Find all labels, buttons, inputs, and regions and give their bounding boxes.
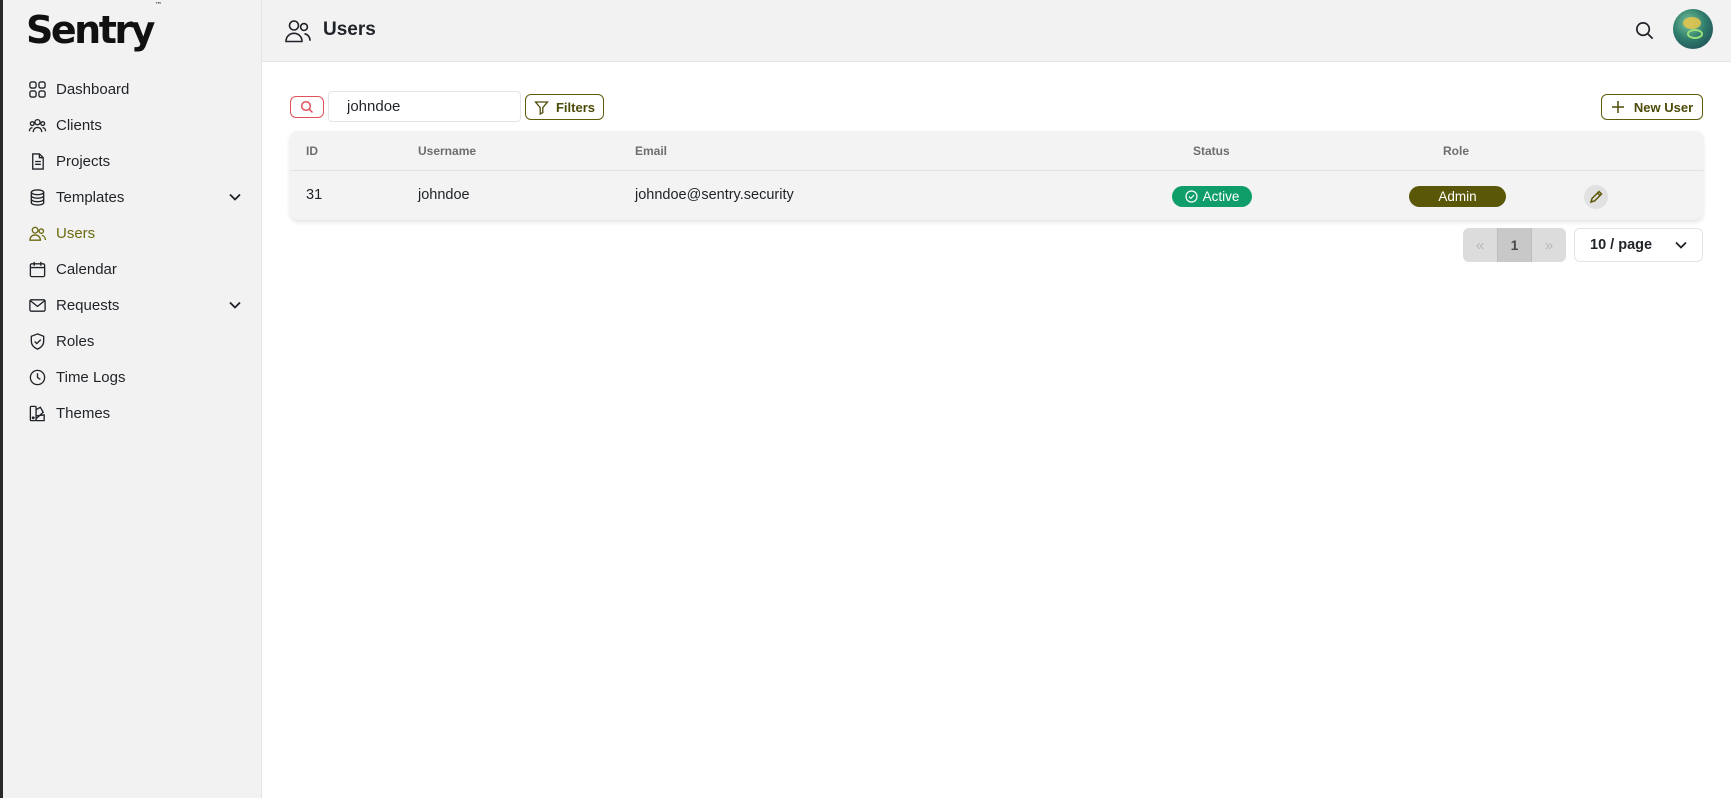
filters-label: Filters	[555, 99, 595, 115]
sidebar-item-time-logs[interactable]: Time Logs	[3, 359, 262, 395]
avatar-shape	[1683, 17, 1701, 29]
sidebar-item-clients[interactable]: Clients	[3, 107, 262, 143]
search-input[interactable]	[328, 91, 521, 122]
sidebar-item-label: Users	[56, 224, 96, 242]
dashboard-icon	[28, 80, 47, 99]
role-label: Admin	[1438, 189, 1477, 204]
status-label: Active	[1202, 189, 1240, 204]
users-icon	[285, 20, 311, 43]
next-page-button[interactable]: »	[1532, 228, 1566, 262]
sidebar-item-label: Time Logs	[56, 368, 126, 386]
status-badge: Active	[1172, 186, 1252, 207]
logo-text: Sentry	[26, 8, 155, 52]
page-size-value: 10 / page	[1590, 237, 1653, 253]
check-circle-icon	[1185, 190, 1198, 203]
column-header-email[interactable]: Email	[635, 144, 667, 158]
prev-page-button[interactable]: «	[1463, 228, 1497, 262]
column-header-id[interactable]: ID	[306, 144, 318, 158]
sidebar-item-requests[interactable]: Requests	[3, 287, 262, 323]
sidebar-item-label: Themes	[56, 404, 111, 422]
search-icon	[300, 100, 314, 114]
users-table: ID Username Email Status Role 31 johndoe…	[290, 131, 1703, 220]
users-icon	[28, 224, 47, 243]
page-size-select[interactable]: 10 / page	[1574, 228, 1703, 262]
sidebar-item-label: Roles	[56, 332, 95, 350]
chevron-down-icon	[1675, 241, 1687, 249]
page-title: Users	[323, 19, 376, 40]
sentry-logo[interactable]: Sentry™	[26, 1, 162, 52]
clock-icon	[28, 368, 47, 387]
sidebar-item-label: Templates	[56, 188, 125, 206]
sidebar-item-calendar[interactable]: Calendar	[3, 251, 262, 287]
cell-id: 31	[306, 187, 323, 203]
sidebar-item-roles[interactable]: Roles	[3, 323, 262, 359]
avatar[interactable]	[1673, 9, 1713, 49]
pencil-icon	[1589, 190, 1603, 204]
new-user-label: New User	[1633, 99, 1694, 115]
search-button[interactable]	[290, 96, 324, 118]
cell-email: johndoe@sentry.security	[635, 187, 794, 203]
top-header: Users	[262, 0, 1731, 62]
sidebar: Sentry™ Dashboard Clients Projects Templ…	[3, 0, 262, 798]
role-badge: Admin	[1409, 186, 1506, 207]
column-header-role[interactable]: Role	[1443, 144, 1469, 158]
sidebar-item-label: Requests	[56, 296, 120, 314]
sidebar-item-label: Dashboard	[56, 80, 130, 98]
sidebar-item-label: Calendar	[56, 260, 117, 278]
filters-button[interactable]: Filters	[525, 94, 604, 120]
search-icon[interactable]	[1634, 20, 1655, 41]
filter-icon	[534, 100, 549, 115]
column-header-username[interactable]: Username	[418, 144, 476, 158]
chevron-down-icon[interactable]	[228, 298, 242, 312]
sidebar-item-themes[interactable]: Themes	[3, 395, 262, 431]
cell-username: johndoe	[418, 187, 470, 203]
plus-icon	[1611, 101, 1624, 113]
mail-icon	[28, 296, 47, 315]
chevron-down-icon[interactable]	[228, 190, 242, 204]
sidebar-item-label: Projects	[56, 152, 111, 170]
database-icon	[28, 188, 47, 207]
sidebar-item-dashboard[interactable]: Dashboard	[3, 71, 262, 107]
table-header: ID Username Email Status Role	[290, 131, 1703, 171]
calendar-icon	[28, 260, 47, 279]
sidebar-item-users[interactable]: Users	[3, 215, 262, 251]
page-number-button[interactable]: 1	[1497, 228, 1532, 262]
shield-check-icon	[28, 332, 47, 351]
sidebar-item-templates[interactable]: Templates	[3, 179, 262, 215]
logo-trademark: ™	[154, 1, 162, 10]
edit-button[interactable]	[1584, 185, 1608, 209]
avatar-shape	[1687, 29, 1703, 39]
sidebar-item-projects[interactable]: Projects	[3, 143, 262, 179]
column-header-status[interactable]: Status	[1193, 144, 1230, 158]
sidebar-nav: Dashboard Clients Projects Templates Use…	[3, 71, 262, 431]
new-user-button[interactable]: New User	[1601, 94, 1703, 120]
swatch-icon	[28, 404, 47, 423]
sidebar-item-label: Clients	[56, 116, 102, 134]
document-icon	[28, 152, 47, 171]
pagination: « 1 »	[1463, 228, 1566, 262]
clients-icon	[28, 116, 47, 135]
table-row[interactable]: 31 johndoe johndoe@sentry.security Activ…	[290, 172, 1703, 220]
